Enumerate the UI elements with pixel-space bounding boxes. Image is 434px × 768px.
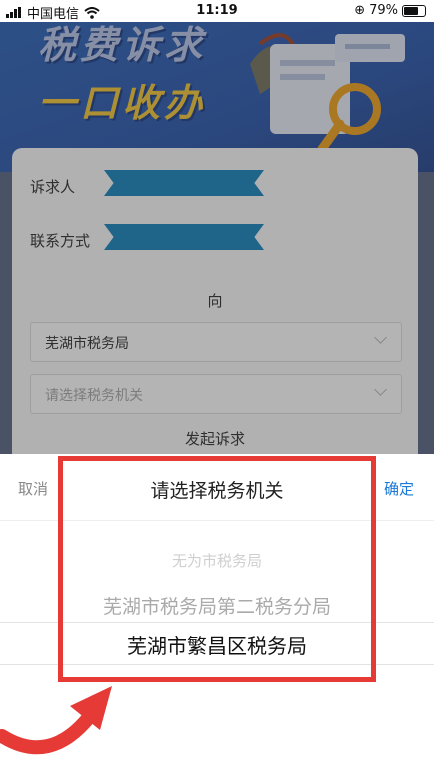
status-bar: 中国电信 11:19 ⊕ 79% xyxy=(0,0,434,22)
highlight-box xyxy=(58,456,376,682)
battery-fill xyxy=(404,6,418,15)
curved-arrow-icon xyxy=(0,686,112,755)
confirm-button[interactable]: 确定 xyxy=(384,478,414,499)
battery-percent: 79% xyxy=(369,3,398,18)
battery-icon xyxy=(402,4,426,17)
rotation-lock-icon: ⊕ xyxy=(354,3,366,18)
